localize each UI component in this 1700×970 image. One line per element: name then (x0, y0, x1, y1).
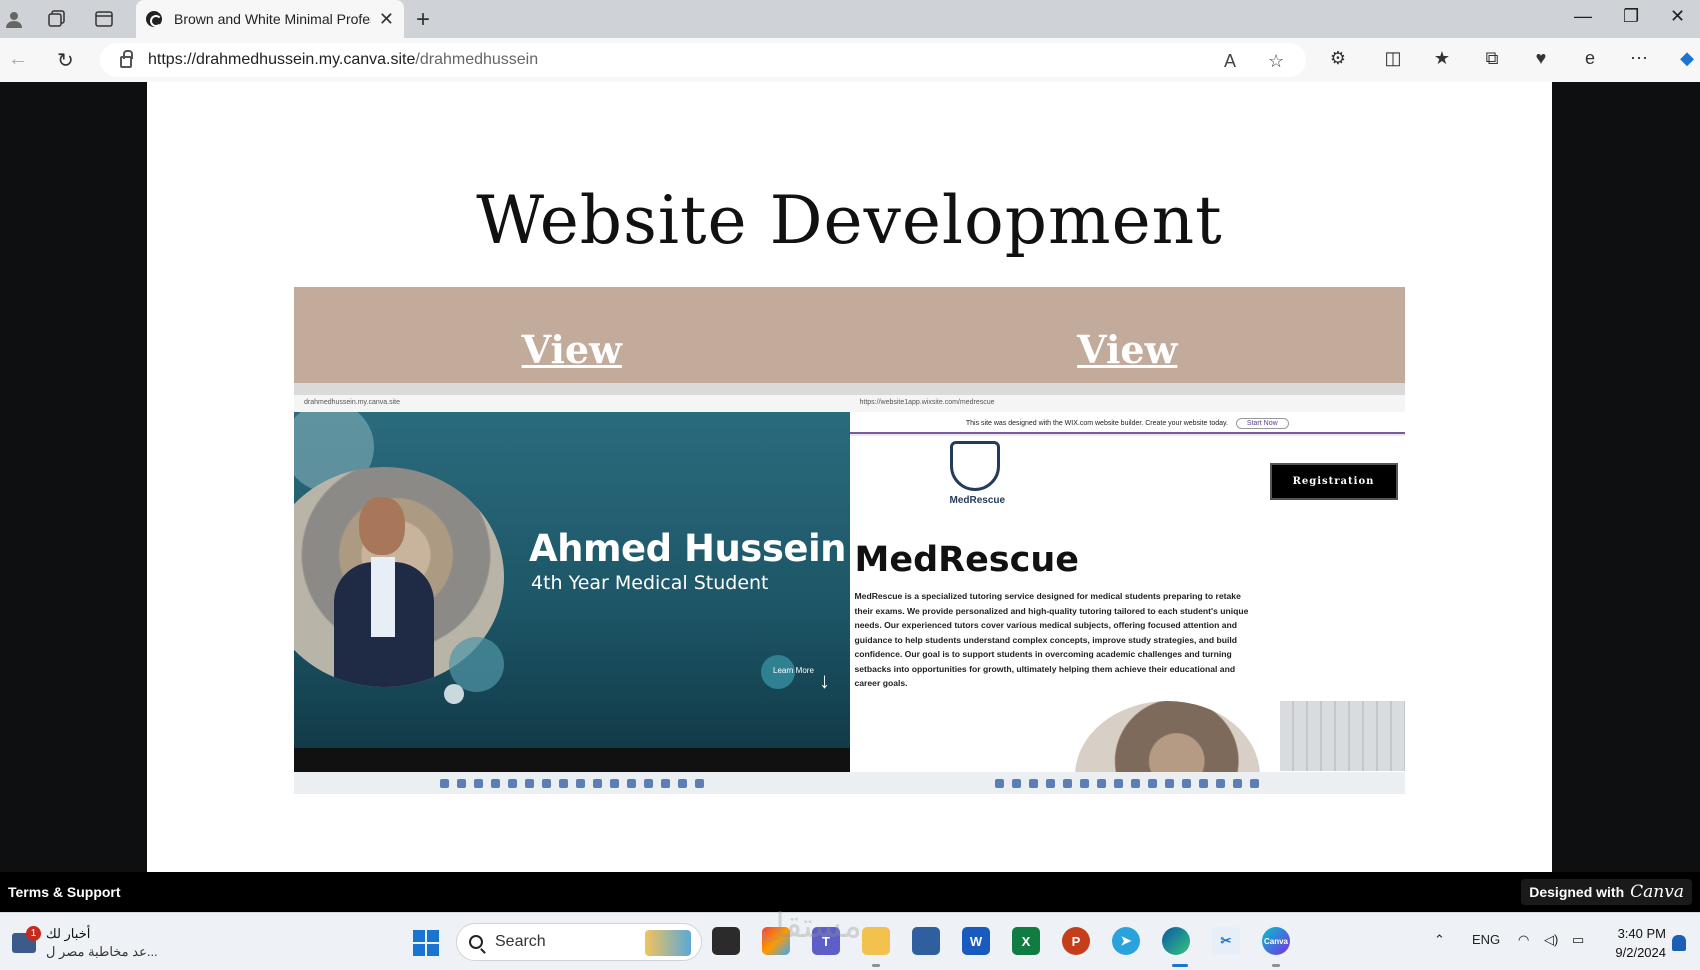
medrescue-title: MedRescue (854, 540, 1080, 580)
tab-title: Brown and White Minimal Profess (174, 11, 371, 27)
url-text[interactable]: https://drahmedhussein.my.canva.site/dra… (148, 51, 538, 69)
browser-toolbar: ← ↻ https://drahmedhussein.my.canva.site… (0, 38, 1700, 82)
arrow-down-icon: ↓ (819, 668, 830, 693)
task-view-icon[interactable] (712, 927, 740, 955)
workspaces-icon[interactable] (45, 7, 69, 31)
more-menu-icon[interactable]: ⋯ (1627, 48, 1651, 69)
windows-start-icon[interactable] (413, 930, 439, 956)
minimize-icon[interactable]: — (1574, 6, 1592, 27)
telegram-icon[interactable]: ➤ (1112, 927, 1140, 955)
medrescue-page: MedRescue Registration MedRescue MedResc… (849, 436, 1405, 772)
browser-tab-bar: Brown and White Minimal Profess ✕ + — ❐ … (0, 0, 1700, 38)
news-headline[interactable]: عد مخاطبة مصر ل... (46, 944, 158, 960)
decor-circle (444, 684, 464, 704)
split-screen-icon[interactable]: ◫ (1381, 48, 1405, 69)
tab-current[interactable]: Brown and White Minimal Profess ✕ (136, 0, 404, 38)
wix-start-button: Start Now (1235, 418, 1289, 429)
volume-icon[interactable]: ◁) (1544, 932, 1558, 948)
page-heading: Website Development (476, 182, 1223, 259)
copilot-icon[interactable]: ◆ (1675, 48, 1699, 69)
close-tab-icon[interactable]: ✕ (379, 9, 394, 30)
logo-text: MedRescue (949, 495, 1006, 506)
medrescue-screenshot: https://website1app.wixsite.com/medrescu… (849, 383, 1405, 794)
new-tab-icon[interactable]: + (416, 6, 430, 34)
canva-logo: Canva (1630, 882, 1684, 902)
portfolio-card-medrescue: View https://website1app.wixsite.com/med… (849, 287, 1406, 794)
page-viewport: Website Development View drahmedhussein.… (0, 82, 1700, 872)
clock-time[interactable]: 3:40 PM (1612, 926, 1666, 941)
excel-icon[interactable]: X (1012, 927, 1040, 955)
mini-tab-strip (849, 383, 1405, 395)
back-icon[interactable]: ← (8, 48, 28, 71)
student-photo (1074, 701, 1260, 772)
search-label: Search (495, 933, 546, 950)
address-bar[interactable]: https://drahmedhussein.my.canva.site/dra… (100, 43, 1306, 77)
search-icon (469, 935, 483, 949)
mini-tab-strip (294, 383, 850, 395)
registration-button: Registration (1269, 463, 1398, 500)
mini-address-bar: https://website1app.wixsite.com/medrescu… (849, 395, 1405, 412)
terms-support-link[interactable]: Terms & Support (8, 884, 121, 900)
view-link-medrescue[interactable]: View (850, 327, 1406, 372)
mini-address-bar: drahmedhussein.my.canva.site (294, 395, 850, 412)
wifi-icon[interactable]: ◠ (1518, 932, 1529, 948)
collections-icon[interactable]: ⧉ (1480, 48, 1504, 69)
taskbar-search[interactable]: Search (456, 923, 702, 961)
canva-page: Website Development View drahmedhussein.… (147, 82, 1552, 872)
language-indicator[interactable]: ENG (1472, 932, 1500, 947)
hero-name: Ahmed Hussein (529, 527, 846, 570)
favorite-star-icon[interactable]: ☆ (1268, 51, 1284, 72)
portfolio-hero: Ahmed Hussein 4th Year Medical Student L… (294, 412, 850, 748)
extensions-icon[interactable]: ⚙ (1326, 48, 1350, 69)
battery-icon[interactable]: ▭ (1572, 932, 1584, 948)
snipping-icon[interactable]: ✂ (1212, 927, 1240, 955)
canva-app-icon[interactable]: Canva (1262, 927, 1290, 955)
medrescue-description: MedRescue is a specialized tutoring serv… (854, 591, 1249, 688)
edge-bar-icon[interactable]: e (1578, 48, 1602, 69)
performance-icon[interactable]: ♥ (1529, 48, 1553, 69)
portfolio-card-ahmed: View drahmedhussein.my.canva.site Ahmed … (294, 287, 850, 794)
mini-taskbar (849, 772, 1405, 794)
designed-with-canva-badge[interactable]: Designed with Canva (1521, 879, 1692, 905)
close-window-icon[interactable]: ✕ (1670, 6, 1685, 27)
restore-icon[interactable]: ❐ (1623, 6, 1639, 27)
mini-taskbar (294, 772, 850, 794)
stethoscope-book-icon (949, 441, 1000, 491)
watermark-logo: مستقل (760, 906, 862, 946)
learn-more-label: Learn More (773, 666, 814, 675)
notification-bell-icon[interactable] (1672, 935, 1686, 951)
portfolio-cards: View drahmedhussein.my.canva.site Ahmed … (294, 287, 1405, 794)
vertical-tabs-icon[interactable] (92, 7, 116, 31)
clock-date[interactable]: 9/2/2024 (1600, 945, 1666, 960)
read-aloud-icon[interactable]: A (1224, 51, 1236, 72)
edge-icon[interactable] (1162, 927, 1190, 955)
hero-subtitle: 4th Year Medical Student (531, 572, 769, 594)
show-hidden-icons[interactable]: ⌃ (1434, 932, 1445, 948)
store-icon[interactable] (912, 927, 940, 955)
refresh-icon[interactable]: ↻ (57, 48, 74, 73)
word-icon[interactable]: W (962, 927, 990, 955)
view-link-portfolio[interactable]: View (294, 327, 850, 372)
file-explorer-icon[interactable] (862, 927, 890, 955)
canva-favicon-icon (146, 11, 162, 27)
wix-banner: This site was designed with the WIX.com … (849, 412, 1405, 434)
powerpoint-icon[interactable]: P (1062, 927, 1090, 955)
portfolio-screenshot: drahmedhussein.my.canva.site Ahmed Husse… (294, 383, 850, 794)
notification-badge: 1 (26, 926, 41, 941)
news-title[interactable]: أخبار لك (46, 926, 90, 942)
profile-icon[interactable] (2, 7, 26, 31)
favorites-icon[interactable]: ★ (1430, 48, 1454, 69)
lock-icon (120, 50, 133, 68)
building-photo (1279, 701, 1405, 771)
search-highlight-icon (645, 930, 691, 956)
